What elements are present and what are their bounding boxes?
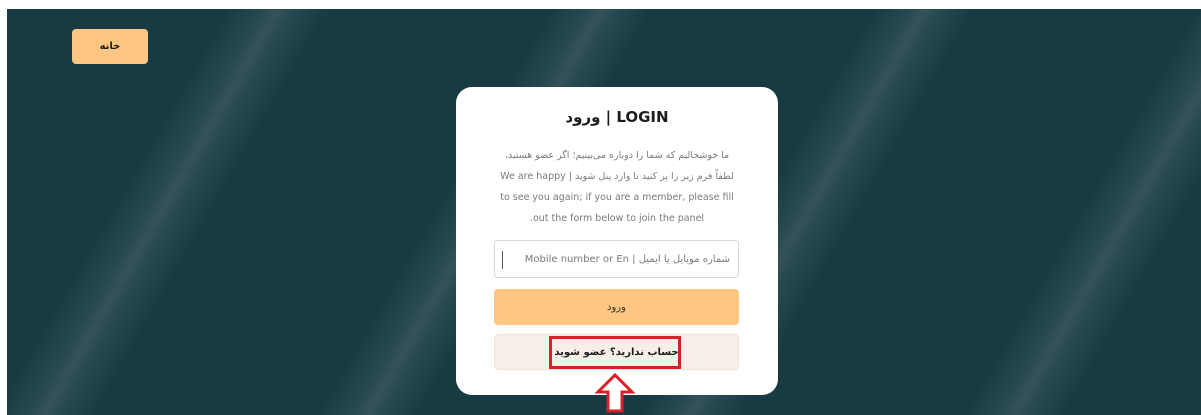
login-card: ورود | LOGIN ما خوشحالیم که شما را دوبار… xyxy=(456,87,778,395)
description-line: out the form below to join the panel. xyxy=(529,213,705,224)
home-button[interactable]: خانه xyxy=(72,29,148,64)
mobile-or-email-field[interactable] xyxy=(494,240,739,278)
login-button[interactable]: ورود xyxy=(494,289,739,325)
text-cursor xyxy=(502,251,503,269)
mobile-or-email-input[interactable] xyxy=(495,241,738,277)
signup-button[interactable]: حساب ندارید؟ عضو شوید xyxy=(494,334,739,370)
description-line: ما خوشحالیم که شما را دوباره می‌بینیم؛ ا… xyxy=(504,150,730,161)
login-title: ورود | LOGIN xyxy=(565,108,669,126)
description-line: لطفاً فرم زیر را پر کنید تا وارد پنل شوی… xyxy=(500,171,734,182)
login-description: ما خوشحالیم که شما را دوباره می‌بینیم؛ ا… xyxy=(482,145,752,229)
description-line: to see you again; if you are a member, p… xyxy=(500,192,734,203)
